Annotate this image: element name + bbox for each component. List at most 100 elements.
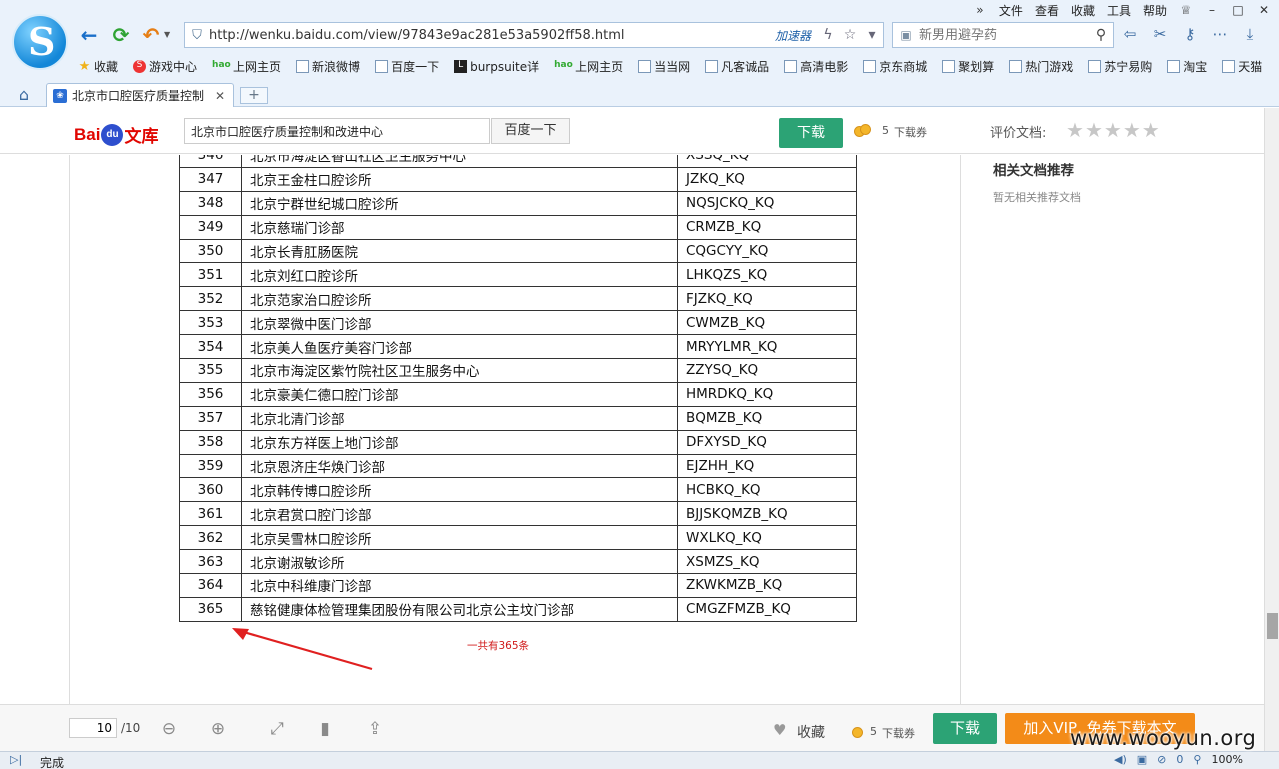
volume-icon[interactable]: ◀) (1114, 753, 1127, 766)
bookmark-hao123[interactable]: hao 上网主页 (212, 56, 281, 76)
address-bar[interactable]: ⛉ http://wenku.baidu.com/view/97843e9ac2… (184, 22, 884, 48)
share-icon[interactable]: ⇪ (364, 718, 386, 740)
home-icon[interactable]: ⌂ (14, 86, 34, 104)
clinic-code: BQMZB_KQ (677, 405, 857, 431)
red-arrow-annotation (232, 628, 373, 671)
download-button[interactable]: 下载 (779, 118, 843, 148)
zoom-out-icon[interactable]: ⊖ (158, 718, 180, 740)
rating-star-2[interactable]: ★ (1085, 118, 1103, 142)
clinic-name: 北京中科维康门诊部 (241, 573, 678, 598)
tab-close-icon[interactable]: ✕ (213, 89, 227, 103)
magnifier-icon[interactable]: ⚲ (1193, 753, 1201, 766)
search-engine-icon[interactable]: ▣ (893, 28, 919, 42)
bookmark-vancl[interactable]: 凡客诚品 (705, 56, 769, 76)
bookmark-burpsuite[interactable]: Lburpsuite详 (454, 56, 539, 76)
logo-wenku-text: 文库 (124, 127, 159, 147)
table-row: 364 北京中科维康门诊部 ZKWKMZB_KQ (179, 573, 857, 598)
refresh-icon[interactable]: ⟳ (110, 24, 132, 46)
close-icon[interactable]: ✕ (1257, 3, 1271, 17)
zoom-level[interactable]: 100% (1211, 753, 1242, 766)
menu-help[interactable]: 帮助 (1143, 2, 1167, 19)
clinic-name: 北京范家治口腔诊所 (241, 286, 678, 312)
table-row: 358 北京东方祥医上地门诊部 DFXYSD_KQ (179, 429, 857, 455)
clinic-code: CRMZB_KQ (677, 214, 857, 240)
bottom-download-button[interactable]: 下载 (933, 713, 997, 744)
menu-view[interactable]: 查看 (1035, 2, 1059, 19)
clinic-name: 北京恩济庄华焕门诊部 (241, 453, 678, 479)
download-icon[interactable]: ⤓ (1240, 24, 1260, 44)
menu-file[interactable]: 文件 (999, 2, 1023, 19)
shield-icon: ⛉ (192, 27, 202, 43)
bookmark-icon[interactable]: ▮ (314, 718, 336, 740)
bookmark-hao123-2[interactable]: hao 上网主页 (554, 56, 623, 76)
hao123-icon: hao (554, 59, 573, 70)
menu-tools[interactable]: 工具 (1107, 2, 1131, 19)
annotation-text: 一共有365条 (467, 640, 530, 652)
key-icon[interactable]: ⚷ (1180, 24, 1200, 44)
adblock-icon[interactable]: ⊘ (1157, 753, 1166, 766)
toolbox-icon[interactable]: ▣ (1137, 753, 1147, 766)
bookmark-game-center[interactable]: S 游戏中心 (133, 56, 197, 76)
bookmark-hot-games[interactable]: 热门游戏 (1009, 56, 1073, 76)
page-scrollbar[interactable] (1264, 108, 1279, 751)
more-icon[interactable]: ⋯ (1210, 24, 1230, 44)
fullscreen-icon[interactable]: ⤢ (266, 718, 288, 740)
table-row: 359 北京恩济庄华焕门诊部 EJZHH_KQ (179, 453, 857, 479)
coins-count: 5 (870, 725, 877, 738)
shirt-icon[interactable]: ♕ (1179, 3, 1193, 17)
chevron-down-icon[interactable]: ▾ (861, 27, 883, 43)
wenku-search-button[interactable]: 百度一下 (491, 118, 570, 144)
favorite-label[interactable]: 收藏 (797, 722, 825, 742)
skin-icon[interactable]: » (973, 3, 987, 17)
menu-bar: » 文件 查看 收藏 工具 帮助 ♕ – □ ✕ (973, 2, 1271, 18)
scrollbar-thumb[interactable] (1267, 613, 1278, 639)
bookmark-juhuasuan[interactable]: 聚划算 (942, 56, 994, 76)
rating-star-5[interactable]: ★ (1142, 118, 1160, 142)
page-icon (296, 59, 310, 73)
browser-logo[interactable]: S (12, 14, 68, 70)
bookmark-favorites[interactable]: ★ 收藏 (78, 56, 118, 76)
accelerator-label[interactable]: 加速器 (775, 27, 811, 44)
heart-icon[interactable]: ♥ (773, 721, 786, 739)
undo-icon[interactable]: ↶ (140, 24, 162, 46)
clinic-code: CQGCYY_KQ (677, 238, 857, 264)
maximize-icon[interactable]: □ (1231, 3, 1245, 17)
page-icon (1088, 59, 1102, 73)
row-number: 365 (179, 596, 242, 622)
minimize-icon[interactable]: – (1205, 3, 1219, 17)
bookmark-baidu[interactable]: 百度一下 (375, 56, 439, 76)
scissors-icon[interactable]: ✂ (1150, 24, 1170, 44)
search-icon[interactable]: ⚲ (1089, 27, 1113, 43)
bookmark-tmall[interactable]: 天猫 (1222, 56, 1262, 76)
zoom-in-icon[interactable]: ⊕ (207, 718, 229, 740)
rating-star-4[interactable]: ★ (1123, 118, 1141, 142)
browser-search-input[interactable] (919, 27, 1089, 43)
rating-star-3[interactable]: ★ (1104, 118, 1122, 142)
undo-dropdown-icon[interactable]: ▼ (164, 30, 170, 39)
page-icon (863, 59, 877, 73)
bookmark-jd[interactable]: 京东商城 (863, 56, 927, 76)
sidebar-toggle-icon[interactable]: ▷| (10, 753, 22, 766)
login-icon[interactable]: ⇦ (1120, 24, 1140, 44)
bookmark-hd-movies[interactable]: 高清电影 (784, 56, 848, 76)
wenku-logo[interactable]: Bai du 文库 (74, 122, 158, 147)
row-number: 358 (179, 429, 242, 455)
row-number: 359 (179, 453, 242, 479)
rating-star-1[interactable]: ★ (1066, 118, 1084, 142)
new-tab-button[interactable]: + (240, 87, 268, 104)
address-url[interactable]: http://wenku.baidu.com/view/97843e9ac281… (209, 28, 775, 43)
bookmark-dangdang[interactable]: 当当网 (638, 56, 690, 76)
star-icon[interactable]: ☆ (839, 27, 861, 43)
table-row: 346 北京市海淀区香山社区卫生服务中心 XSSQ_KQ (179, 155, 857, 168)
bookmark-suning[interactable]: 苏宁易购 (1088, 56, 1152, 76)
coins-label: 下载券 (894, 126, 927, 139)
bookmark-weibo[interactable]: 新浪微博 (296, 56, 360, 76)
menu-favorites[interactable]: 收藏 (1071, 2, 1095, 19)
wenku-search-input[interactable] (184, 118, 490, 144)
bookmark-taobao[interactable]: 淘宝 (1167, 56, 1207, 76)
tab-active[interactable]: ❀ 北京市口腔医疗质量控制 ✕ (46, 83, 234, 107)
lightning-icon[interactable]: ϟ (817, 27, 839, 43)
back-arrow-icon[interactable]: ← (78, 24, 100, 46)
clinic-name: 北京北清门诊部 (241, 405, 678, 431)
page-number-input[interactable] (69, 718, 117, 738)
